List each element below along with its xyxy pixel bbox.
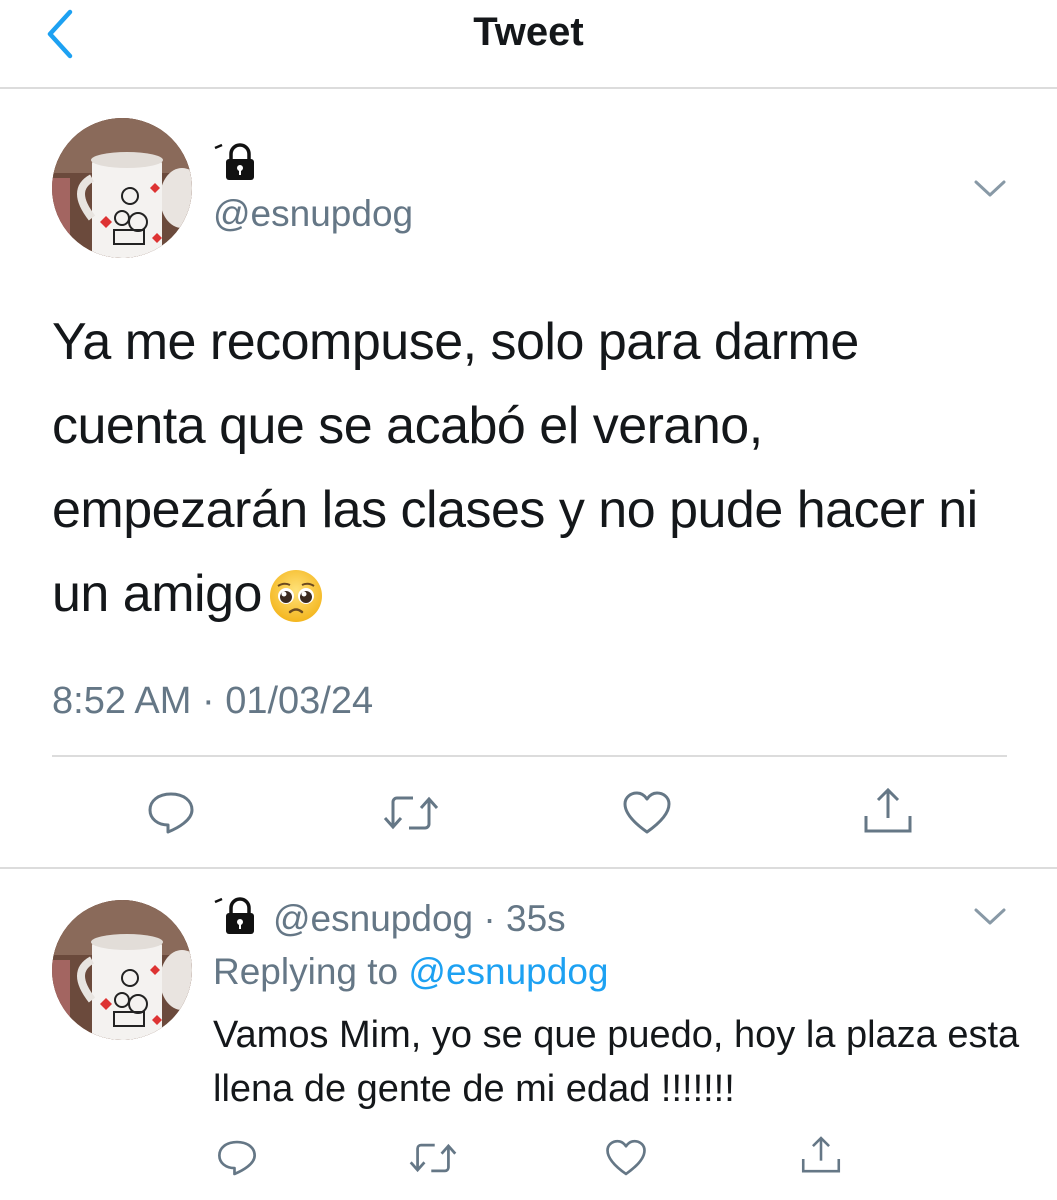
reply-avatar[interactable] bbox=[52, 900, 192, 1040]
reply-author-handle[interactable]: @esnupdog bbox=[273, 898, 473, 939]
share-icon[interactable] bbox=[862, 786, 914, 841]
timestamp-divider bbox=[52, 755, 1007, 757]
reply-chevron-down-icon[interactable] bbox=[973, 906, 1007, 928]
reply-reply-icon[interactable] bbox=[216, 1138, 258, 1183]
reply-lock-icon bbox=[213, 896, 267, 936]
chevron-down-icon[interactable] bbox=[973, 178, 1007, 200]
tweet-text: Ya me recompuse, solo para darme cuenta … bbox=[52, 300, 1012, 636]
replying-to-prefix: Replying to bbox=[213, 951, 399, 992]
author-handle[interactable]: @esnupdog bbox=[213, 193, 413, 235]
header-divider bbox=[0, 87, 1057, 89]
pleading-face-emoji-icon bbox=[268, 565, 324, 623]
reply-time: · 35s bbox=[483, 898, 566, 939]
reply-like-icon[interactable] bbox=[605, 1138, 647, 1183]
lock-icon bbox=[213, 142, 267, 182]
replying-to-link[interactable]: @esnupdog bbox=[408, 951, 608, 992]
avatar[interactable] bbox=[52, 118, 192, 258]
reply-header: @esnupdog · 35s bbox=[273, 898, 566, 940]
reply-icon[interactable] bbox=[146, 790, 196, 841]
reply-retweet-icon[interactable] bbox=[409, 1140, 457, 1181]
tweet-body: Ya me recompuse, solo para darme cuenta … bbox=[52, 313, 978, 623]
tweet-timestamp: 8:52 AM · 01/03/24 bbox=[52, 680, 374, 722]
action-divider bbox=[0, 867, 1057, 869]
like-icon[interactable] bbox=[622, 790, 672, 841]
page-title: Tweet bbox=[473, 10, 584, 54]
replying-to-line: Replying to @esnupdog bbox=[213, 951, 609, 993]
reply-text: Vamos Mim, yo se que puedo, hoy la plaza… bbox=[213, 1014, 1020, 1110]
retweet-icon[interactable] bbox=[383, 792, 439, 839]
reply-share-icon[interactable] bbox=[800, 1134, 842, 1181]
